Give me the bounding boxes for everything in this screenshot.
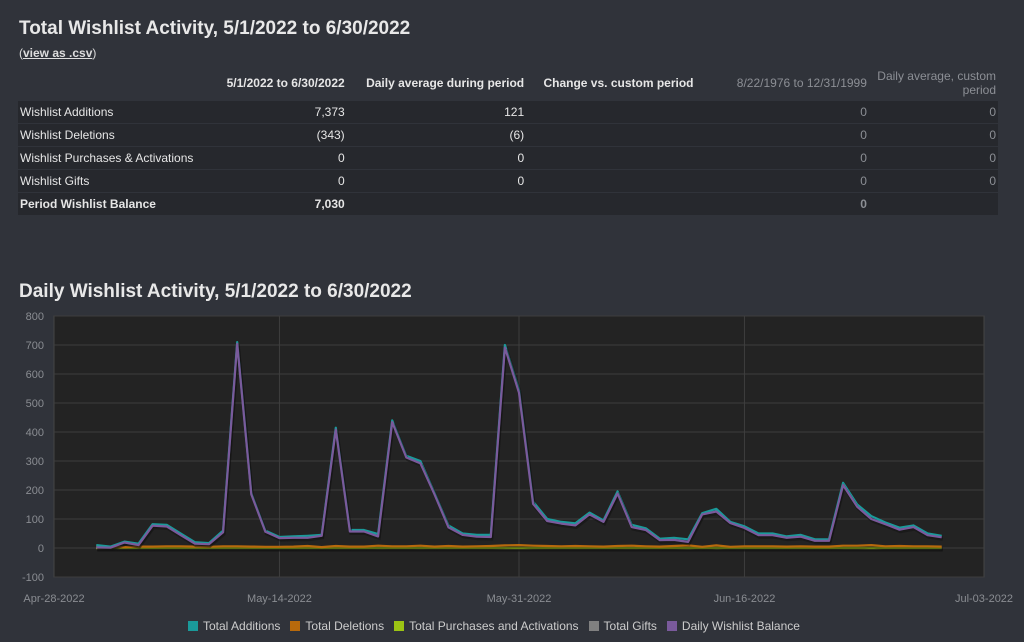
row-label: Wishlist Purchases & Activations — [18, 146, 224, 170]
daily-average: 121 — [346, 100, 527, 124]
daily-average: (6) — [346, 123, 527, 147]
custom-period-value: 0 — [695, 123, 869, 147]
x-tick-label: May-14-2022 — [247, 593, 312, 605]
legend-item[interactable]: Total Purchases and Activations — [394, 619, 579, 633]
change-value — [526, 146, 696, 170]
daily-activity-chart: 800 700 600 500 400 300 200 100 0 -100 Apr-28-2022… — [22, 311, 1013, 605]
table-row: Period Wishlist Balance 7,030 0 — [18, 192, 998, 215]
daily-average: 0 — [346, 169, 527, 193]
col-header-custom: 8/22/1976 to 12/31/1999 — [736, 76, 867, 90]
daily-average: 0 — [346, 146, 527, 170]
legend-swatch — [290, 621, 301, 631]
row-label: Wishlist Additions — [18, 100, 224, 124]
table-row: Wishlist Gifts 0 0 0 0 — [18, 169, 998, 193]
y-tick-label: 100 — [26, 514, 44, 526]
legend-label: Total Additions — [203, 619, 281, 633]
col-header-period: 5/1/2022 to 6/30/2022 — [226, 76, 345, 90]
table-row: Wishlist Deletions (343) (6) 0 0 — [18, 123, 998, 147]
legend-item[interactable]: Total Additions — [188, 619, 280, 633]
paren-close: ) — [92, 46, 97, 60]
summary-table: 5/1/2022 to 6/30/2022 Daily average duri… — [18, 66, 998, 215]
table-row: Wishlist Additions 7,373 121 0 0 — [18, 100, 998, 124]
summary-title: Total Wishlist Activity, 5/1/2022 to 6/3… — [19, 18, 411, 39]
daily-average — [346, 192, 527, 215]
custom-daily-average: 0 — [868, 100, 998, 124]
legend-swatch — [666, 621, 677, 631]
y-tick-label: 500 — [26, 398, 44, 410]
y-tick-label: 400 — [26, 427, 44, 439]
custom-daily-average: 0 — [868, 146, 998, 170]
y-tick-label: 600 — [26, 369, 44, 381]
x-tick-label: Jul-03-2022 — [955, 593, 1013, 605]
col-header-custom-daily: Daily average, custom period — [877, 69, 996, 97]
custom-daily-average: 0 — [868, 123, 998, 147]
table-header: 5/1/2022 to 6/30/2022 Daily average duri… — [18, 66, 998, 101]
custom-daily-average — [868, 192, 998, 215]
legend-label: Total Deletions — [305, 619, 385, 633]
view-csv-link[interactable]: view as .csv — [23, 46, 92, 60]
row-label: Wishlist Deletions — [18, 123, 224, 147]
csv-link-wrapper: (view as .csv) — [19, 46, 96, 60]
custom-period-value: 0 — [695, 100, 869, 124]
x-tick-label: Jun-16-2022 — [714, 593, 776, 605]
change-value — [526, 192, 696, 215]
period-value: 0 — [223, 146, 347, 170]
legend-item[interactable]: Daily Wishlist Balance — [666, 619, 800, 633]
y-tick-label: 300 — [26, 456, 44, 468]
col-header-label — [18, 66, 224, 101]
y-tick-label: 200 — [26, 485, 44, 497]
legend-label: Daily Wishlist Balance — [681, 619, 800, 633]
col-header-daily: Daily average during period — [366, 76, 525, 90]
legend-swatch — [394, 621, 405, 631]
change-value — [526, 100, 696, 124]
legend-swatch — [588, 621, 599, 631]
chart-legend: Total Additions Total Deletions Total Purc… — [188, 619, 800, 633]
row-label: Wishlist Gifts — [18, 169, 224, 193]
custom-period-value: 0 — [695, 192, 869, 215]
y-tick-label: -100 — [22, 572, 44, 584]
legend-item[interactable]: Total Gifts — [588, 619, 657, 633]
x-tick-label: Apr-28-2022 — [23, 593, 84, 605]
legend-item[interactable]: Total Deletions — [290, 619, 384, 633]
legend-swatch — [188, 621, 198, 631]
row-label: Period Wishlist Balance — [18, 192, 224, 215]
custom-period-value: 0 — [695, 169, 869, 193]
period-value: 7,030 — [223, 192, 347, 215]
y-tick-label: 800 — [26, 311, 44, 323]
col-header-change: Change vs. custom period — [543, 76, 694, 90]
y-tick-label: 700 — [26, 340, 44, 352]
period-value: 7,373 — [223, 100, 347, 124]
table-row: Wishlist Purchases & Activations 0 0 0 0 — [18, 146, 998, 170]
custom-daily-average: 0 — [868, 169, 998, 193]
period-value: (343) — [223, 123, 347, 147]
y-tick-label: 0 — [38, 543, 44, 555]
custom-period-value: 0 — [695, 146, 869, 170]
change-value — [526, 169, 696, 193]
period-value: 0 — [223, 169, 347, 193]
x-tick-label: May-31-2022 — [487, 593, 552, 605]
legend-label: Total Purchases and Activations — [409, 619, 579, 633]
legend-label: Total Gifts — [603, 619, 657, 633]
change-value — [526, 123, 696, 147]
